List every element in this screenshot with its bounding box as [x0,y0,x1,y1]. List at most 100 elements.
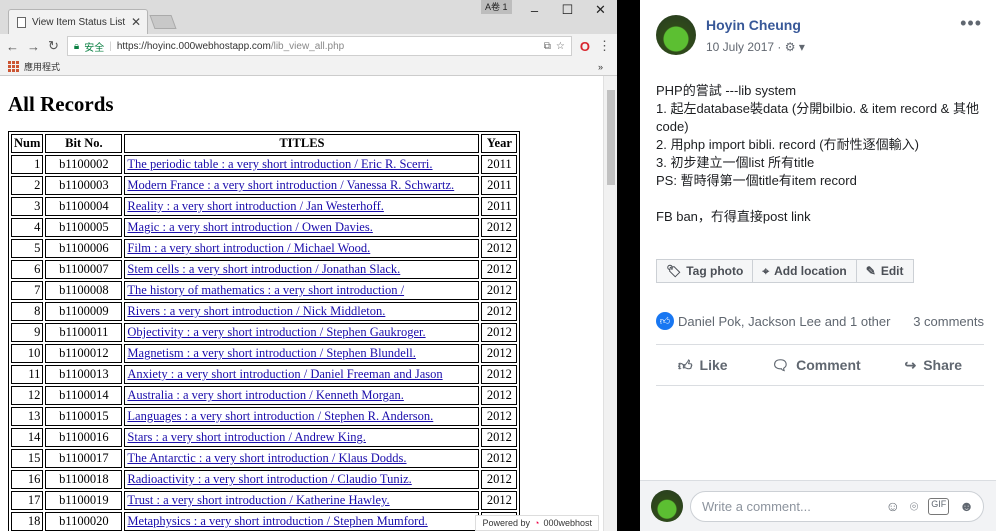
apps-label[interactable]: 應用程式 [24,60,60,73]
menu-icon[interactable]: ⋮ [598,38,611,54]
translate-icon[interactable]: ⧉ [544,41,551,52]
title-link[interactable]: Film : a very short introduction / Micha… [127,241,370,255]
author-name[interactable]: Hoyin Cheung [706,17,801,33]
num-cell: 6 [11,260,44,279]
bit-number-cell: b1100005 [45,218,123,237]
post-date[interactable]: 10 July 2017 [706,40,774,54]
camera-icon[interactable]: ⌾ [910,498,918,515]
url-host: https://hoyinc.000webhostapp.com [116,40,271,52]
title-link[interactable]: Trust : a very short introduction / Kath… [127,493,389,507]
bookmarks-bar: 應用程式 » [0,58,617,76]
new-tab-button[interactable] [149,15,177,29]
title-cell: Modern France : a very short introductio… [124,176,480,195]
year-cell: 2012 [481,470,518,489]
table-row: 11 b1100013 Anxiety : a very short introdu… [11,365,518,384]
gif-icon[interactable]: GIF [928,498,950,515]
table-row: 1 b1100002 The periodic table : a very sho… [11,155,518,174]
bit-number-cell: b1100007 [45,260,123,279]
page-scrollbar[interactable] [603,76,617,531]
table-row: 13 b1100015 Languages : a very short intro… [11,407,518,426]
add-location-button[interactable]: ⌖ Add location [753,259,857,283]
avatar[interactable] [656,15,696,55]
title-link[interactable]: The history of mathematics : a very shor… [127,283,404,297]
close-tab-icon[interactable]: ✕ [131,15,141,29]
powered-by-label: Powered by [482,518,531,528]
title-link[interactable]: The Antarctic : a very short introductio… [127,451,406,465]
title-cell: Stars : a very short introduction / Andr… [124,428,480,447]
column-header-bit: Bit No. [45,134,123,153]
table-row: 12 b1100014 Australia : a very short intro… [11,386,518,405]
tag-photo-label: Tag photo [686,264,744,278]
title-cell: The Antarctic : a very short introductio… [124,449,480,468]
comment-input[interactable]: Write a comment... ☺ ⌾ GIF ☻ [690,491,984,522]
close-window-icon[interactable]: ✕ [584,0,617,20]
secure-label: 安全 [84,42,105,54]
speech-bubble-icon: 🗨︎ [771,356,790,373]
table-row: 10 b1100012 Magnetism : a very short intro… [11,344,518,363]
reactions-names[interactable]: Daniel Pok, Jackson Lee and 1 other [678,314,890,329]
address-bar[interactable]: 🔒︎ 安全 | https://hoyinc.000webhostapp.com… [66,36,572,56]
bit-number-cell: b1100012 [45,344,123,363]
title-link[interactable]: Objectivity : a very short introduction … [127,325,425,339]
more-options-icon[interactable]: ••• [960,13,982,34]
share-label: Share [923,357,963,373]
reload-icon[interactable]: ↻ [48,38,59,54]
forward-icon[interactable]: → [27,39,40,54]
privacy-icon[interactable]: · ⚙ ▾ [777,40,804,54]
num-cell: 8 [11,302,44,321]
title-link[interactable]: Magnetism : a very short introduction / … [127,346,416,360]
bit-number-cell: b1100013 [45,365,123,384]
column-header-titles: TITLES [124,134,480,153]
page-content: All Records Num Bit No. TITLES Year 1 b11… [0,76,603,531]
pencil-icon: ✎ [865,264,876,278]
back-icon[interactable]: ← [6,39,19,54]
title-link[interactable]: Modern France : a very short introductio… [127,178,454,192]
table-row: 14 b1100016 Stars : a very short introduct… [11,428,518,447]
sticker-icon[interactable]: ☻ [959,498,974,515]
title-link[interactable]: The periodic table : a very short introd… [127,157,432,171]
title-link[interactable]: Languages : a very short introduction / … [127,409,433,423]
num-cell: 2 [11,176,44,195]
title-link[interactable]: Stars : a very short introduction / Andr… [127,430,366,444]
title-link[interactable]: Radioactivity : a very short introductio… [127,472,411,486]
like-button[interactable]: 👍︎ Like [678,357,728,374]
column-header-year: Year [481,134,518,153]
num-cell: 4 [11,218,44,237]
title-link[interactable]: Stem cells : a very short introduction /… [127,262,400,276]
title-link[interactable]: Australia : a very short introduction / … [127,388,403,402]
bookmarks-overflow[interactable]: » [598,62,603,72]
title-cell: Australia : a very short introduction / … [124,386,480,405]
title-link[interactable]: Anxiety : a very short introduction / Da… [127,367,442,381]
like-reaction-icon: 👍︎ [656,312,674,330]
title-link[interactable]: Reality : a very short introduction / Ja… [127,199,383,213]
post-line: FB ban，冇得直接post link [656,209,811,224]
comments-count[interactable]: 3 comments [913,314,984,329]
title-link[interactable]: Magic : a very short introduction / Owen… [127,220,372,234]
edit-label: Edit [880,264,904,278]
table-row: 16 b1100018 Radioactivity : a very short i… [11,470,518,489]
emoji-icon[interactable]: ☺ [886,498,900,515]
browser-tab[interactable]: View Item Status List ✕ [8,9,148,34]
apps-icon[interactable] [8,61,19,72]
opera-icon[interactable]: O [580,39,590,54]
powered-brand: 000webhost [543,518,592,528]
comment-button[interactable]: 🗨︎ Comment [771,357,860,374]
scrollbar-thumb[interactable] [607,90,615,185]
title-bar: View Item Status List ✕ A卷 1 – ☐ ✕ [0,0,617,34]
title-link[interactable]: Metaphysics : a very short introduction … [127,514,427,528]
bit-number-cell: b1100002 [45,155,123,174]
powered-by-badge[interactable]: Powered by ◔ 000webhost [475,515,599,531]
star-icon[interactable]: ☆ [556,41,565,52]
tag-photo-button[interactable]: 🏷︎ Tag photo [656,259,754,283]
year-cell: 2011 [481,197,518,216]
title-link[interactable]: Rivers : a very short introduction / Nic… [127,304,385,318]
avatar[interactable] [651,490,683,522]
edit-button[interactable]: ✎ Edit [856,259,914,283]
minimize-icon[interactable]: – [518,0,551,20]
bit-number-cell: b1100018 [45,470,123,489]
title-cell: Anxiety : a very short introduction / Da… [124,365,480,384]
maximize-icon[interactable]: ☐ [551,0,584,20]
title-cell: The history of mathematics : a very shor… [124,281,480,300]
profile-badge[interactable]: A卷 1 [481,0,512,14]
share-button[interactable]: ↪ Share [904,357,962,374]
